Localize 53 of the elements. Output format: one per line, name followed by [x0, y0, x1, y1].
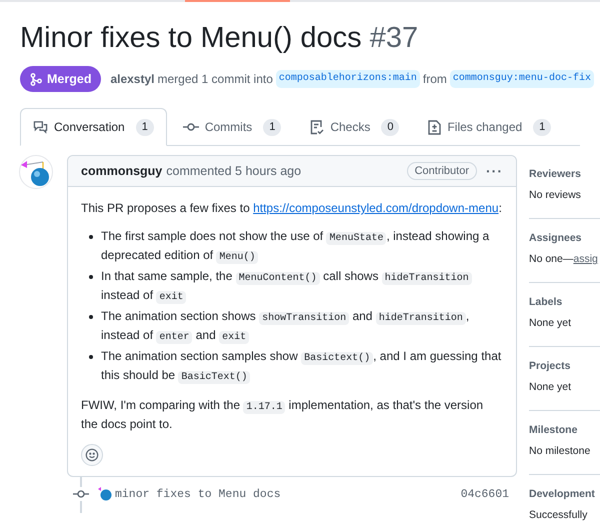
sidebar-value: No one— — [529, 253, 574, 265]
comment-author[interactable]: commonsguy — [81, 162, 162, 180]
sidebar-value: None yet — [529, 317, 572, 329]
bullet-point — [89, 314, 93, 318]
status-badge: Merged — [20, 66, 102, 92]
tab[interactable]: Checks 0 — [297, 108, 412, 146]
url-link[interactable]: https://composeunstyled.com/dropdown- — [253, 201, 469, 215]
sidebar-value: None yet — [529, 381, 572, 393]
speech-bubbles-icon — [33, 120, 48, 134]
tab[interactable]: Commits 1 — [170, 108, 294, 146]
comment-timestamp: commented 5 hours ago — [166, 162, 302, 180]
comment-paragraph: This PR proposes a few fixes to https://composeunstyled.com/dropdown-menu: — [81, 200, 503, 217]
branch-label[interactable]: composablehorizons:main — [276, 70, 420, 88]
checklist-icon — [310, 120, 324, 134]
commit-message[interactable]: minor fixes to Menu docs — [115, 486, 281, 503]
commit-sha[interactable]: 04c6601 — [460, 486, 509, 503]
merge-description: from — [422, 71, 447, 88]
sidebar-value: No reviews — [529, 189, 581, 201]
comment-paragraph: FWIW, I'm comparing with the 1.17.1 implementation, as that's the version the docs point to. — [81, 396, 484, 433]
contributor-badge: Contributor — [406, 162, 477, 180]
tab-counter: 1 — [263, 118, 282, 136]
bullet-point — [89, 274, 93, 278]
bullet-point — [89, 354, 93, 358]
sidebar-value: No milestone — [529, 445, 590, 457]
tab[interactable]: Files changed 1 — [415, 108, 564, 146]
add-reaction-button[interactable] — [81, 444, 103, 466]
merge-icon — [30, 72, 42, 86]
sidebar-value: Successfully — [529, 509, 588, 521]
bullet-point — [89, 234, 93, 238]
author-link[interactable]: alexstyl — [110, 70, 154, 88]
avatar-icon — [98, 487, 112, 502]
list-item-text: The animation section samples show Basictext() , and I am guessing that this should be BasicText() — [101, 348, 502, 386]
pr-title: Minor fixes to Menu() docs #37 — [20, 21, 420, 56]
merge-description: merged 1 commit into — [158, 71, 273, 88]
branch-label[interactable]: commonsguy:menu-doc-fix — [450, 70, 594, 88]
assign-link[interactable]: assig — [573, 253, 598, 265]
tab[interactable]: Conversation 1 — [20, 108, 167, 146]
tab-counter: 0 — [381, 118, 400, 136]
smiley-icon — [85, 448, 99, 462]
file-diff-icon — [428, 120, 442, 134]
sidebar-heading: Projects — [529, 359, 572, 373]
list-item-text: The animation section shows showTransition and hideTransition , instead of enter and exit — [101, 308, 470, 346]
sidebar-heading: Reviewers — [529, 167, 582, 181]
list-item-text: The first sample does not show the use of MenuState , instead showing a deprecated edition of Menu() — [101, 228, 490, 266]
tab-counter: 1 — [136, 118, 154, 136]
sidebar-heading: Milestone — [529, 423, 578, 437]
url-link[interactable]: menu — [468, 201, 499, 215]
sidebar-heading: Assignees — [529, 231, 583, 245]
more-options-button[interactable]: ··· — [486, 160, 503, 182]
tab-counter: 1 — [533, 118, 552, 136]
avatar-icon — [19, 155, 53, 189]
sidebar-heading: Labels — [529, 295, 564, 309]
sidebar-heading: Development — [529, 487, 596, 501]
